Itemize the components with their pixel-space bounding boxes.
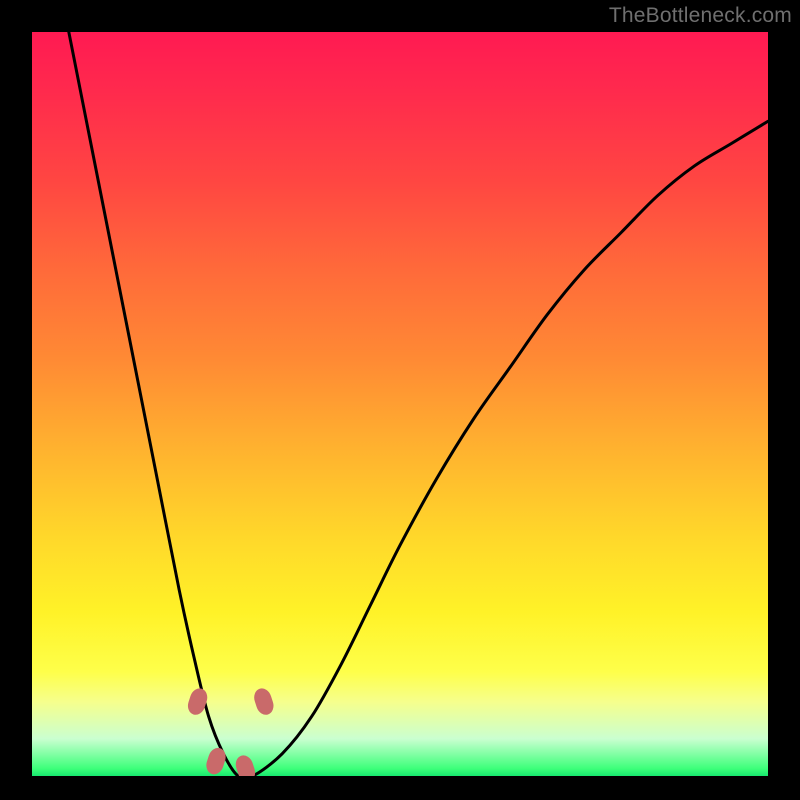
outer-frame: TheBottleneck.com (0, 0, 800, 800)
curve-marker (252, 687, 275, 717)
curve-marker (204, 746, 227, 776)
watermark-text: TheBottleneck.com (609, 4, 792, 28)
chart-svg (32, 32, 768, 776)
curve-marker (234, 754, 257, 776)
curve-marker (186, 687, 209, 717)
plot-area (32, 32, 768, 776)
bottleneck-curve (69, 32, 768, 776)
